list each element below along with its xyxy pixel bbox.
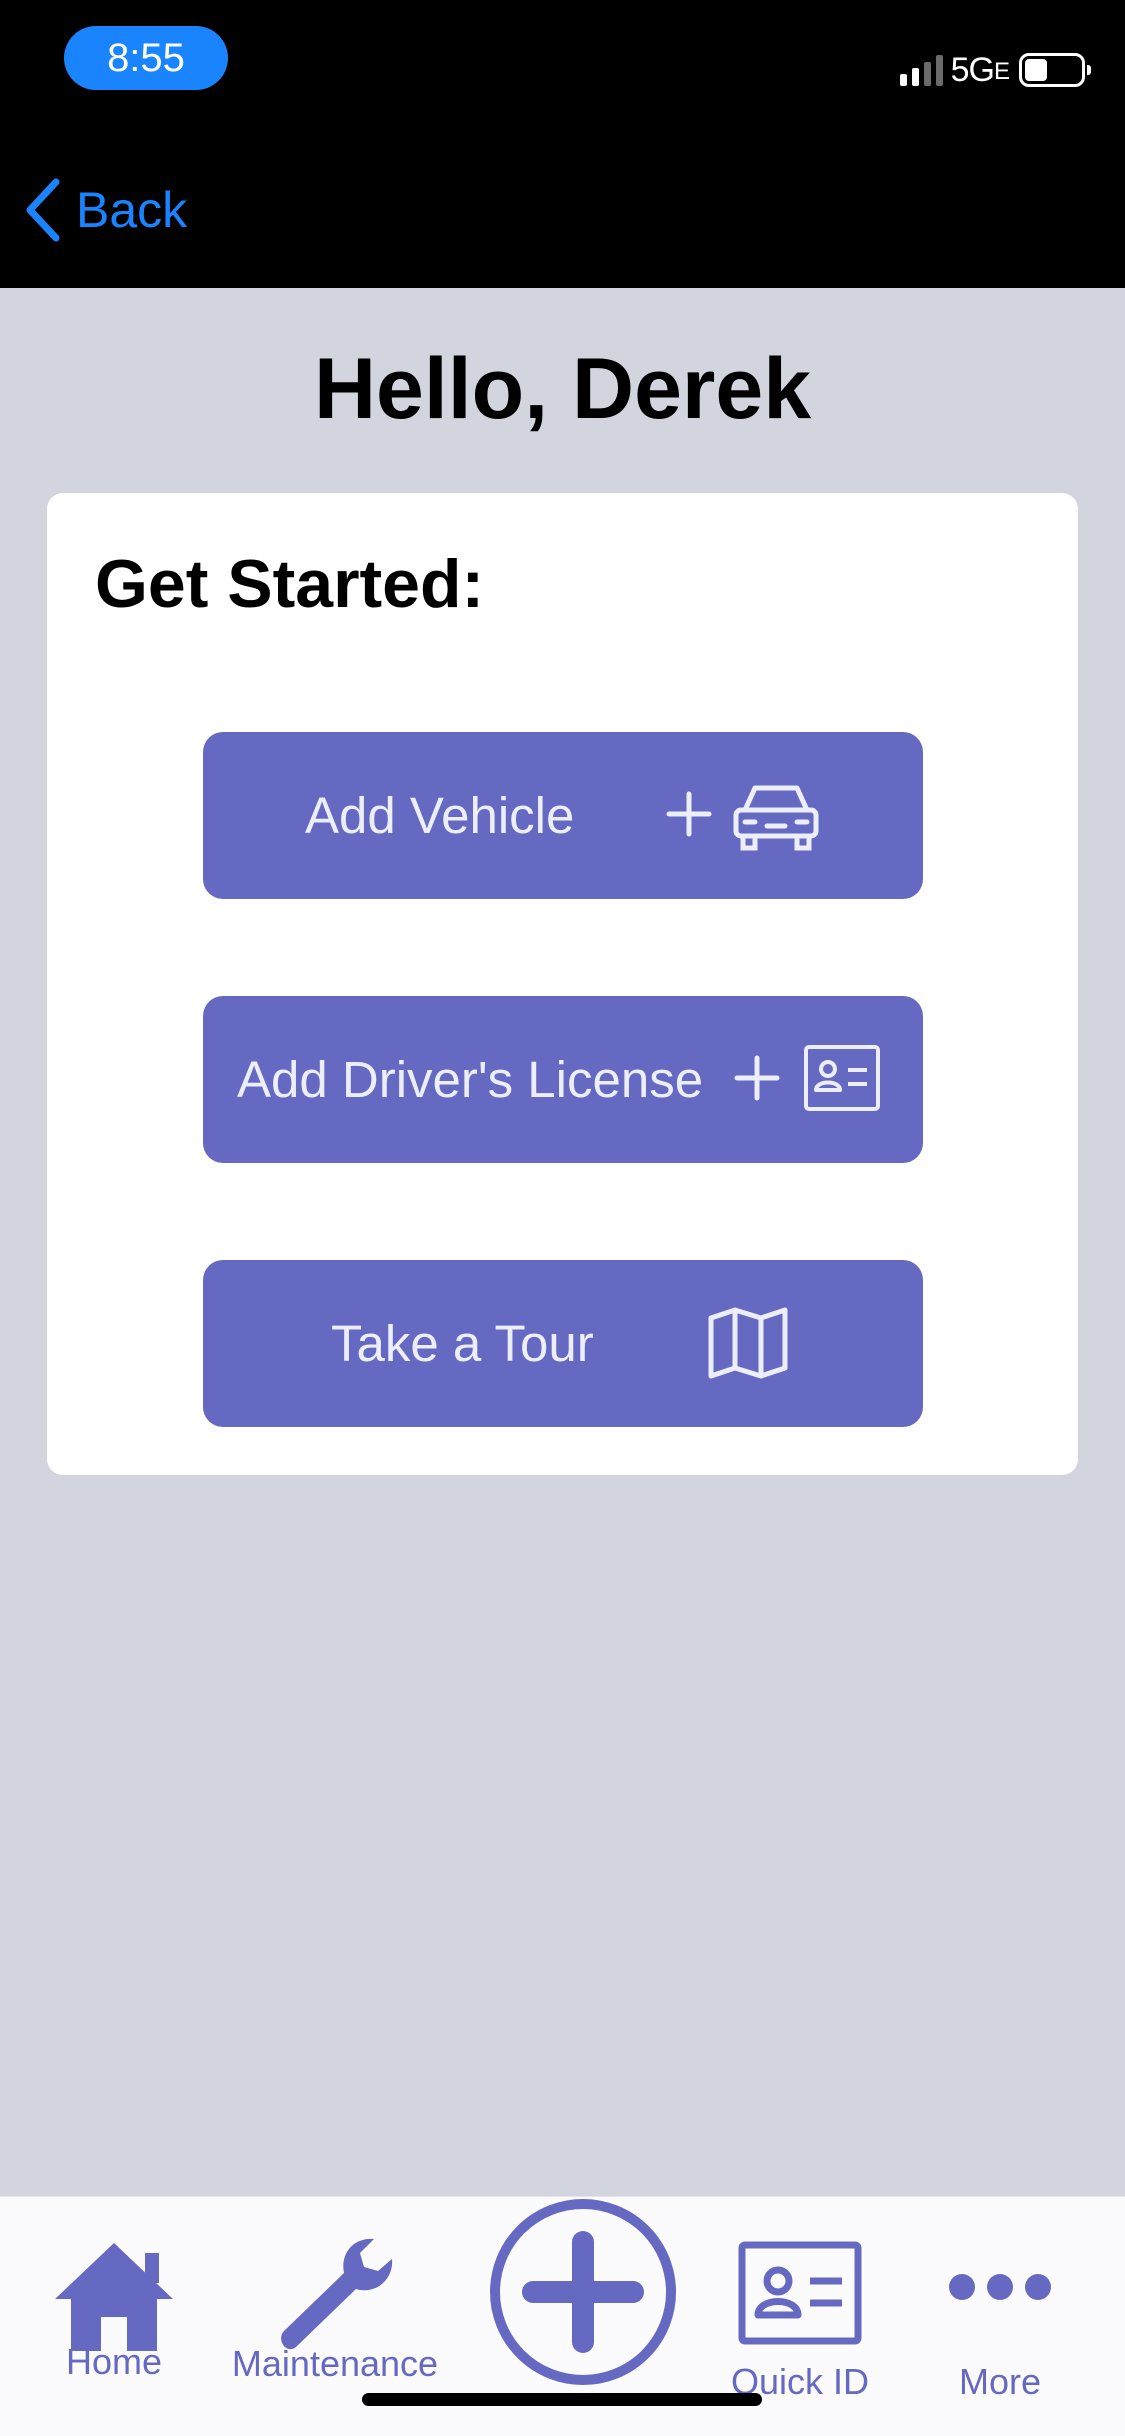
back-label: Back <box>76 182 188 238</box>
add-drivers-license-button[interactable]: Add Driver's License <box>203 996 923 1163</box>
car-icon <box>733 785 819 851</box>
status-time: 8:55 <box>64 26 228 90</box>
map-icon <box>708 1307 788 1379</box>
id-card-icon <box>804 1045 880 1111</box>
more-dots-icon <box>949 2274 1051 2300</box>
tab-maintenance-label: Maintenance <box>231 2343 439 2384</box>
battery-icon <box>1019 53 1091 87</box>
plus-icon <box>666 791 712 837</box>
tab-quick-id[interactable]: Quick ID <box>731 2241 869 2402</box>
add-vehicle-label: Add Vehicle <box>305 787 575 844</box>
back-button[interactable]: Back <box>22 170 187 250</box>
tab-home[interactable]: Home <box>46 2237 182 2382</box>
get-started-card: Get Started: Add Vehicle Add Driver's Li… <box>47 493 1078 1475</box>
add-drivers-license-label: Add Driver's License <box>237 1051 704 1108</box>
wrench-icon <box>281 2238 393 2350</box>
add-vehicle-button[interactable]: Add Vehicle <box>203 732 923 899</box>
add-circle-icon <box>490 2199 676 2385</box>
take-a-tour-button[interactable]: Take a Tour <box>203 1260 923 1427</box>
tab-home-label: Home <box>65 2341 163 2382</box>
page-title: Hello, Derek <box>313 341 812 437</box>
home-icon <box>55 2243 173 2351</box>
take-a-tour-label: Take a Tour <box>331 1315 594 1372</box>
network-type: 5GE <box>950 50 1010 89</box>
card-title: Get Started: <box>95 546 485 622</box>
tab-add[interactable] <box>488 2197 678 2387</box>
status-indicators: 5GE <box>899 48 1091 92</box>
tab-more-label: More <box>958 2361 1042 2402</box>
top-header: 8:55 5GE Back <box>0 0 1125 288</box>
id-card-icon <box>738 2241 862 2345</box>
plus-icon <box>734 1055 780 1101</box>
signal-strength-icon <box>899 54 943 86</box>
tab-more[interactable]: More <box>940 2253 1060 2402</box>
chevron-left-icon <box>26 178 60 242</box>
tab-maintenance[interactable]: Maintenance <box>232 2235 438 2384</box>
home-indicator <box>362 2393 762 2406</box>
